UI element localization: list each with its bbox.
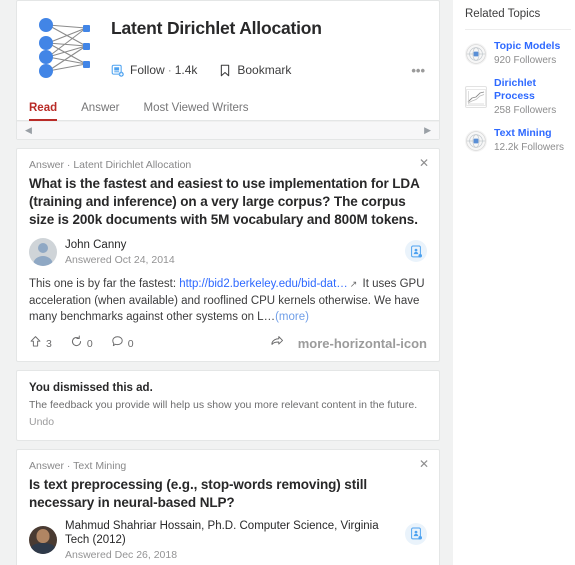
answer-card: Answer · Text Mining ✕ Is text preproces… — [16, 448, 440, 565]
upvote-count: 3 — [46, 337, 52, 350]
related-topics-heading: Related Topics — [465, 8, 571, 30]
tab-most-viewed-writers[interactable]: Most Viewed Writers — [143, 102, 248, 120]
topic-text: Dirichlet Process 258 Followers — [494, 77, 575, 117]
answer-context-label: Answer · Latent Dirichlet Allocation — [29, 159, 192, 171]
globe-thumbnail-icon — [465, 129, 487, 152]
author-name[interactable]: John Canny — [65, 238, 401, 252]
close-icon[interactable]: ✕ — [419, 458, 429, 470]
question-title[interactable]: What is the fastest and easiest to use i… — [29, 175, 427, 229]
question-title[interactable]: Is text preprocessing (e.g., stop-words … — [29, 476, 427, 512]
more-link[interactable]: (more) — [275, 311, 309, 323]
follower-count: 1.4k — [174, 63, 198, 77]
upvote-button[interactable]: 3 — [29, 335, 52, 353]
topic-link[interactable]: Topic Models — [494, 40, 560, 53]
topic-link[interactable]: Dirichlet Process — [494, 77, 575, 103]
topic-overflow-menu-button[interactable]: ••• — [411, 63, 425, 78]
answer-context-label: Answer · Text Mining — [29, 459, 127, 472]
author-name[interactable]: Mahmud Shahriar Hossain, Ph.D. Computer … — [65, 519, 401, 547]
scroll-left-arrow-icon[interactable]: ◀ — [25, 126, 32, 135]
bookmark-label: Bookmark — [237, 63, 292, 77]
related-topics-sidebar: Related Topics Topic Models 920 Follower… — [453, 0, 575, 565]
comment-count: 0 — [127, 337, 134, 350]
sidebar-item-text-mining[interactable]: Text Mining 12.2k Followers — [465, 127, 575, 154]
follow-label: Follow — [130, 63, 165, 77]
comment-button[interactable]: 0 — [111, 335, 134, 353]
answer-text-before-link: This one is by far the fastest: — [29, 278, 180, 290]
answer-excerpt: This one is by far the fastest: http://b… — [29, 276, 427, 326]
author-info: John Canny Answered Oct 24, 2014 — [65, 238, 427, 267]
tab-read[interactable]: Read — [29, 102, 58, 121]
dismissed-ad-card: You dismissed this ad. The feedback you … — [16, 369, 440, 441]
answer-external-link[interactable]: http://bid2.berkeley.edu/bid-dat… — [179, 278, 348, 290]
answer-author-row: Mahmud Shahriar Hossain, Ph.D. Computer … — [29, 519, 427, 562]
quora-topic-page: Latent Dirichlet Allocation Follow · 1.4… — [0, 0, 575, 565]
share-arrow-icon[interactable] — [270, 335, 284, 353]
sidebar-item-topic-models[interactable]: Topic Models 920 Followers — [465, 40, 575, 67]
topic-header-right: Latent Dirichlet Allocation Follow · 1.4… — [111, 11, 427, 83]
line-chart-thumbnail-icon — [465, 86, 487, 108]
follow-text: Follow — [130, 63, 165, 77]
main-content-column: Latent Dirichlet Allocation Follow · 1.4… — [16, 0, 440, 565]
more-horizontal-icon[interactable]: more-horizontal-icon — [298, 336, 427, 351]
topic-header-top: Latent Dirichlet Allocation Follow · 1.4… — [17, 1, 439, 83]
avatar[interactable] — [29, 238, 57, 266]
avatar[interactable] — [29, 526, 57, 554]
topic-text: Topic Models 920 Followers — [494, 40, 560, 67]
answer-action-bar: 3 0 0 more-horizontal-icon — [29, 334, 427, 353]
bipartite-graph-icon — [29, 11, 101, 83]
scroll-right-arrow-icon[interactable]: ▶ — [424, 126, 431, 135]
topic-follower-count: 920 Followers — [494, 55, 557, 66]
page-title: Latent Dirichlet Allocation — [111, 18, 322, 38]
answer-secondary-actions: more-horizontal-icon — [270, 335, 427, 353]
comment-bubble-icon — [111, 335, 124, 353]
answer-author-row: John Canny Answered Oct 24, 2014 — [29, 236, 427, 268]
answer-card: Answer · Latent Dirichlet Allocation ✕ W… — [16, 148, 440, 362]
topic-header-card: Latent Dirichlet Allocation Follow · 1.4… — [16, 0, 440, 140]
repost-count: 0 — [86, 337, 93, 350]
saved-note-icon[interactable] — [405, 240, 427, 262]
external-link-icon: ↗ — [349, 279, 358, 289]
follow-button[interactable]: Follow · 1.4k — [111, 63, 197, 77]
repost-button[interactable]: 0 — [70, 334, 93, 353]
topic-follower-count: 258 Followers — [494, 105, 557, 116]
globe-thumbnail-icon — [465, 42, 487, 65]
topic-link[interactable]: Text Mining — [494, 127, 564, 140]
follow-feed-icon — [111, 64, 124, 77]
repost-icon — [70, 334, 83, 353]
topic-follower-count: 12.2k Followers — [494, 142, 565, 153]
dismissed-ad-title: You dismissed this ad. — [29, 381, 153, 394]
sidebar-item-dirichlet-process[interactable]: Dirichlet Process 258 Followers — [465, 77, 575, 117]
answered-timestamp: Answered Oct 24, 2014 — [65, 253, 175, 266]
middle-gutter — [440, 0, 453, 565]
close-icon[interactable]: ✕ — [419, 157, 429, 169]
answered-timestamp: Answered Dec 26, 2018 — [65, 548, 178, 561]
upvote-arrow-icon — [29, 335, 42, 353]
follow-separator: · — [167, 63, 172, 77]
left-gutter — [0, 0, 16, 565]
undo-button[interactable]: Undo — [29, 416, 427, 428]
horizontal-scroll-strip[interactable]: ◀ ▶ — [17, 121, 439, 139]
bookmark-button[interactable]: Bookmark — [219, 63, 291, 77]
saved-note-icon[interactable] — [405, 522, 427, 545]
topic-tab-bar: Read Answer Most Viewed Writers — [17, 91, 439, 121]
topic-action-row: Follow · 1.4k Bookmark ••• — [111, 59, 427, 81]
topic-text: Text Mining 12.2k Followers — [494, 127, 564, 154]
tab-answer[interactable]: Answer — [81, 102, 119, 120]
author-info: Mahmud Shahriar Hossain, Ph.D. Computer … — [65, 519, 427, 562]
bookmark-icon — [219, 64, 231, 77]
dismissed-ad-subtitle: The feedback you provide will help us sh… — [29, 398, 418, 411]
